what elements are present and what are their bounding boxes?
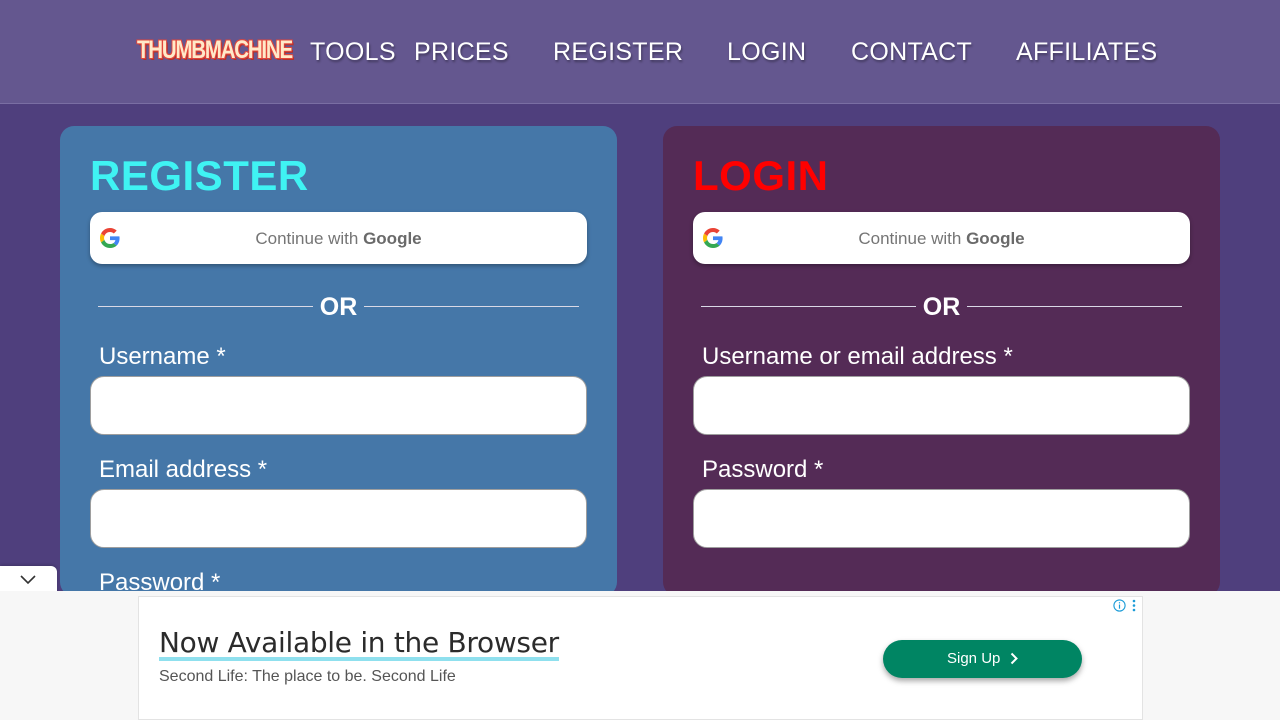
register-panel: REGISTER Continue with Google OR Usernam… [60, 126, 617, 596]
nav-link-tools[interactable]: TOOLS [310, 38, 396, 67]
nav-link-affiliates[interactable]: AFFILIATES [1016, 38, 1157, 67]
email-label: Email address * [99, 456, 268, 483]
login-or-divider: OR [701, 290, 1182, 322]
login-username-label: Username or email address * [702, 343, 1013, 370]
nav-link-login[interactable]: LOGIN [727, 38, 806, 67]
ad-signup-button[interactable]: Sign Up [883, 640, 1082, 678]
site-logo[interactable]: THUMBMACHINE [137, 36, 293, 65]
nav-link-register[interactable]: REGISTER [553, 38, 683, 67]
or-label: OR [319, 293, 358, 321]
login-google-button[interactable]: Continue with Google [693, 212, 1190, 264]
divider-line [967, 306, 1182, 307]
nav-link-prices[interactable]: PRICES [414, 38, 509, 67]
login-title: LOGIN [693, 152, 829, 199]
login-password-label: Password * [702, 456, 824, 483]
login-username-input[interactable] [693, 376, 1190, 435]
register-google-button[interactable]: Continue with Google [90, 212, 587, 264]
info-icon[interactable] [1113, 599, 1126, 612]
more-vertical-icon[interactable] [1131, 599, 1137, 612]
register-username-input[interactable] [90, 376, 587, 435]
register-email-input[interactable] [90, 489, 587, 548]
ad-title[interactable]: Now Available in the Browser [159, 629, 559, 661]
register-google-label: Continue with Google [255, 229, 422, 248]
login-panel: LOGIN Continue with Google OR Username o… [663, 126, 1220, 596]
username-label: Username * [99, 343, 226, 370]
register-or-divider: OR [98, 290, 579, 322]
top-navbar: THUMBMACHINE TOOLS PRICES REGISTER LOGIN… [0, 0, 1280, 104]
ad-banner[interactable]: Now Available in the Browser Second Life… [138, 596, 1143, 720]
chevron-down-icon [20, 575, 36, 585]
nav-link-contact[interactable]: CONTACT [851, 38, 972, 67]
or-label: OR [922, 293, 961, 321]
divider-line [364, 306, 579, 307]
chevron-right-icon [1010, 652, 1018, 665]
login-password-input[interactable] [693, 489, 1190, 548]
ad-subtitle: Second Life: The place to be. Second Lif… [159, 668, 456, 685]
login-google-label: Continue with Google [858, 229, 1025, 248]
ad-signup-label: Sign Up [947, 650, 1001, 667]
register-title: REGISTER [90, 152, 309, 199]
